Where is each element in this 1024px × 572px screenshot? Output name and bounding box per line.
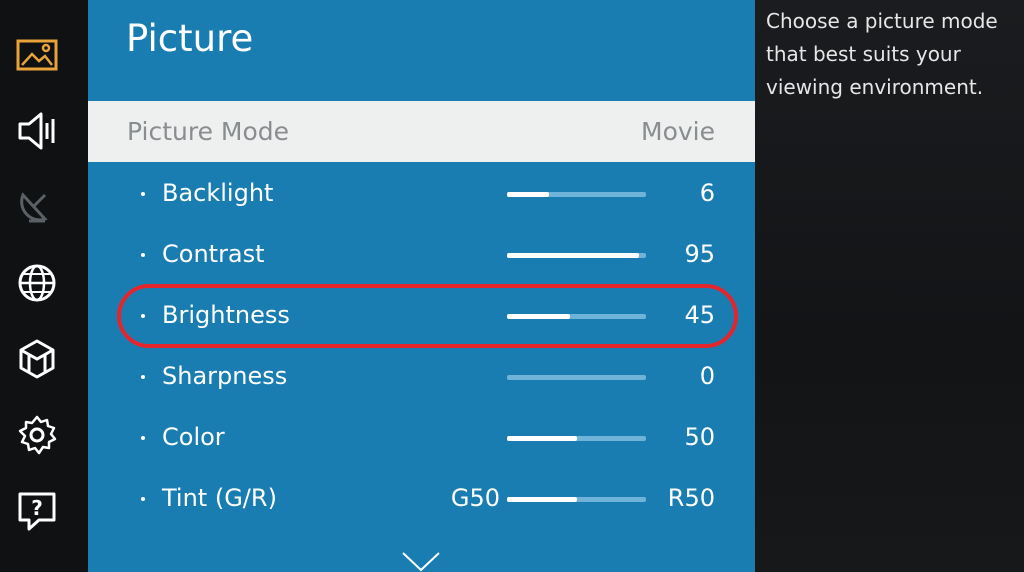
picture-mode-row[interactable]: Picture Mode Movie — [88, 101, 755, 162]
setting-value: 6 — [699, 179, 715, 207]
setting-value: 0 — [699, 362, 715, 390]
sidebar: ? — [0, 0, 88, 572]
slider-fill — [507, 192, 549, 197]
setting-row-tint[interactable]: Tint (G/R) G50 R50 — [88, 469, 755, 530]
picture-mode-label: Picture Mode — [127, 117, 290, 146]
setting-label: Sharpness — [162, 362, 288, 390]
setting-row-backlight[interactable]: Backlight 6 — [88, 164, 755, 225]
sidebar-item-picture[interactable] — [14, 32, 60, 78]
brightness-highlight-outline — [117, 284, 738, 348]
setting-row-color[interactable]: Color 50 — [88, 408, 755, 469]
smart-hub-icon — [19, 339, 55, 379]
sidebar-item-support[interactable]: ? — [14, 488, 60, 534]
setting-slider[interactable] — [507, 375, 646, 380]
tint-red-value: R50 — [667, 484, 715, 512]
sidebar-item-network[interactable] — [14, 260, 60, 306]
setting-slider[interactable] — [507, 436, 646, 441]
picture-mode-value: Movie — [641, 117, 715, 146]
sidebar-item-sound[interactable] — [14, 108, 60, 154]
setting-label: Contrast — [162, 240, 265, 268]
setting-label: Backlight — [162, 179, 274, 207]
tint-green-value: G50 — [450, 484, 500, 512]
setting-slider[interactable] — [507, 497, 646, 502]
bullet-dot — [141, 192, 145, 196]
sound-icon — [18, 112, 55, 150]
slider-fill — [507, 253, 640, 258]
page-title: Picture — [126, 17, 254, 60]
network-icon — [18, 264, 56, 302]
help-text: Choose a picture mode that best suits yo… — [766, 9, 998, 99]
setting-label: Tint (G/R) — [162, 484, 277, 512]
setting-row-contrast[interactable]: Contrast 95 — [88, 225, 755, 286]
setting-slider[interactable] — [507, 253, 646, 258]
sidebar-item-settings[interactable] — [14, 412, 60, 458]
svg-text:?: ? — [31, 496, 43, 520]
sidebar-item-smart-hub[interactable] — [14, 336, 60, 382]
bullet-dot — [141, 253, 145, 257]
broadcast-icon — [20, 192, 48, 223]
bullet-dot — [141, 436, 145, 440]
bullet-dot — [141, 497, 145, 501]
setting-value: 95 — [684, 240, 715, 268]
picture-icon — [16, 39, 58, 71]
sidebar-item-broadcast[interactable] — [14, 184, 60, 230]
setting-value: 50 — [684, 423, 715, 451]
setting-slider[interactable] — [507, 192, 646, 197]
picture-menu-panel: Picture Picture Mode Movie Backlight 6 C… — [88, 0, 755, 572]
slider-fill — [507, 436, 577, 441]
support-icon: ? — [18, 492, 56, 531]
setting-label: Color — [162, 423, 225, 451]
setting-row-sharpness[interactable]: Sharpness 0 — [88, 347, 755, 408]
gear-icon — [18, 415, 57, 455]
slider-fill — [507, 497, 577, 502]
bullet-dot — [141, 375, 145, 379]
chevron-down-icon[interactable] — [401, 551, 441, 572]
